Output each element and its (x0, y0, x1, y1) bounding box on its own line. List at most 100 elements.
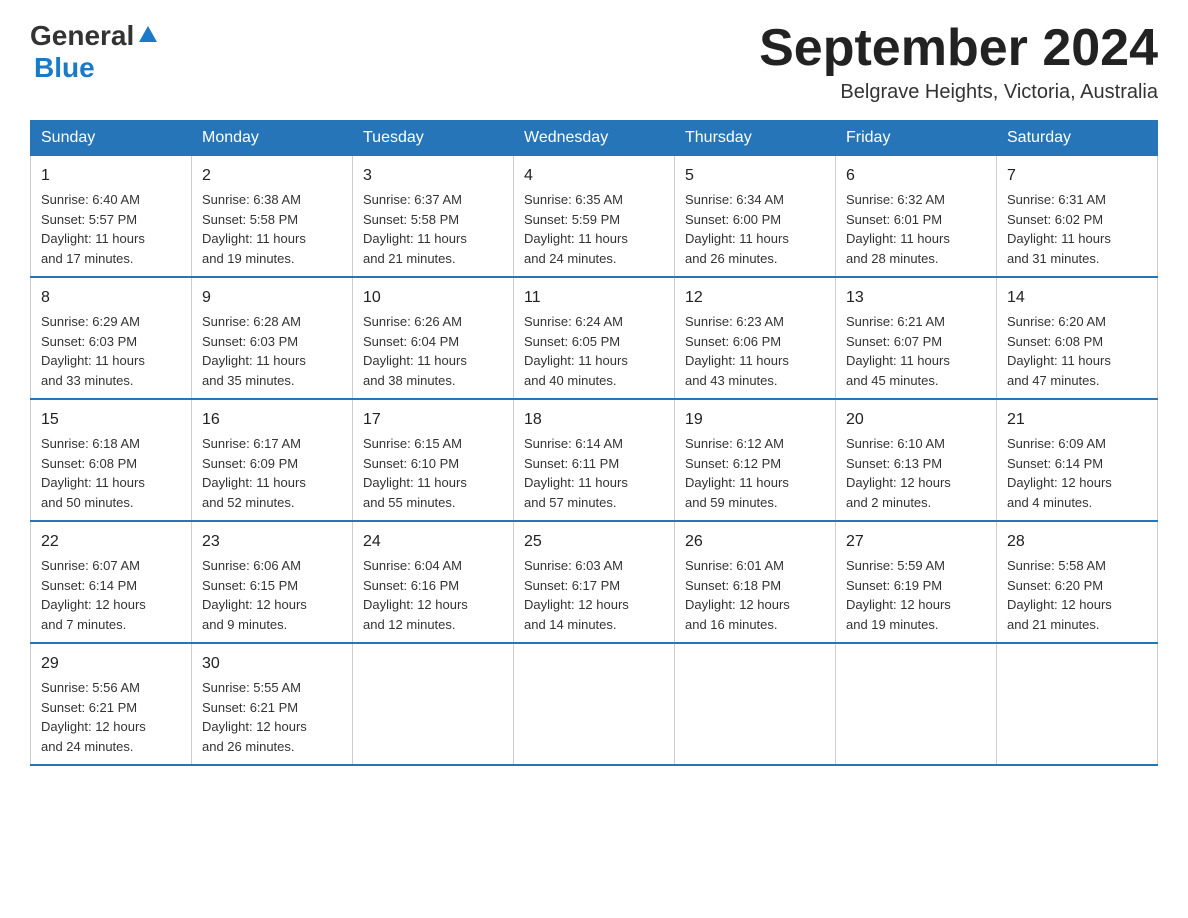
day-number: 19 (685, 408, 825, 432)
daylight-text: Daylight: 12 hours and 2 minutes. (846, 473, 986, 512)
day-number: 23 (202, 530, 342, 554)
calendar-cell: 7Sunrise: 6:31 AMSunset: 6:02 PMDaylight… (997, 156, 1158, 278)
daylight-text: Daylight: 11 hours and 31 minutes. (1007, 229, 1147, 268)
daylight-text: Daylight: 11 hours and 17 minutes. (41, 229, 181, 268)
sunrise-text: Sunrise: 6:17 AM (202, 434, 342, 454)
sunset-text: Sunset: 6:00 PM (685, 210, 825, 230)
day-number: 1 (41, 164, 181, 188)
sunset-text: Sunset: 6:06 PM (685, 332, 825, 352)
calendar-cell: 18Sunrise: 6:14 AMSunset: 6:11 PMDayligh… (514, 399, 675, 521)
daylight-text: Daylight: 11 hours and 21 minutes. (363, 229, 503, 268)
daylight-text: Daylight: 11 hours and 19 minutes. (202, 229, 342, 268)
calendar-cell: 23Sunrise: 6:06 AMSunset: 6:15 PMDayligh… (192, 521, 353, 643)
calendar-cell: 11Sunrise: 6:24 AMSunset: 6:05 PMDayligh… (514, 277, 675, 399)
daylight-text: Daylight: 11 hours and 40 minutes. (524, 351, 664, 390)
sunrise-text: Sunrise: 6:31 AM (1007, 190, 1147, 210)
day-number: 14 (1007, 286, 1147, 310)
daylight-text: Daylight: 11 hours and 38 minutes. (363, 351, 503, 390)
sunrise-text: Sunrise: 6:28 AM (202, 312, 342, 332)
daylight-text: Daylight: 11 hours and 24 minutes. (524, 229, 664, 268)
calendar-cell: 9Sunrise: 6:28 AMSunset: 6:03 PMDaylight… (192, 277, 353, 399)
sunrise-text: Sunrise: 6:04 AM (363, 556, 503, 576)
sunrise-text: Sunrise: 6:10 AM (846, 434, 986, 454)
weekday-header-row: SundayMondayTuesdayWednesdayThursdayFrid… (31, 121, 1158, 156)
calendar-cell: 29Sunrise: 5:56 AMSunset: 6:21 PMDayligh… (31, 643, 192, 765)
day-number: 29 (41, 652, 181, 676)
calendar-cell: 4Sunrise: 6:35 AMSunset: 5:59 PMDaylight… (514, 156, 675, 278)
daylight-text: Daylight: 12 hours and 19 minutes. (846, 595, 986, 634)
week-row-2: 8Sunrise: 6:29 AMSunset: 6:03 PMDaylight… (31, 277, 1158, 399)
sunset-text: Sunset: 6:03 PM (202, 332, 342, 352)
calendar-subtitle: Belgrave Heights, Victoria, Australia (759, 81, 1158, 104)
calendar-table: SundayMondayTuesdayWednesdayThursdayFrid… (30, 120, 1158, 766)
calendar-cell (997, 643, 1158, 765)
logo-blue-text: Blue (34, 52, 95, 84)
daylight-text: Daylight: 12 hours and 9 minutes. (202, 595, 342, 634)
day-number: 27 (846, 530, 986, 554)
sunset-text: Sunset: 5:58 PM (202, 210, 342, 230)
sunset-text: Sunset: 6:10 PM (363, 454, 503, 474)
calendar-cell: 6Sunrise: 6:32 AMSunset: 6:01 PMDaylight… (836, 156, 997, 278)
day-number: 15 (41, 408, 181, 432)
day-number: 30 (202, 652, 342, 676)
sunrise-text: Sunrise: 5:55 AM (202, 678, 342, 698)
sunset-text: Sunset: 6:14 PM (41, 576, 181, 596)
calendar-cell: 17Sunrise: 6:15 AMSunset: 6:10 PMDayligh… (353, 399, 514, 521)
day-number: 12 (685, 286, 825, 310)
day-number: 4 (524, 164, 664, 188)
daylight-text: Daylight: 11 hours and 45 minutes. (846, 351, 986, 390)
day-number: 6 (846, 164, 986, 188)
sunset-text: Sunset: 6:21 PM (202, 698, 342, 718)
weekday-header-sunday: Sunday (31, 121, 192, 156)
week-row-5: 29Sunrise: 5:56 AM Sunset: 6:21 PM Dayligh… (31, 643, 1158, 765)
daylight-text: Daylight: 12 hours and 4 minutes. (1007, 473, 1147, 512)
day-number: 10 (363, 286, 503, 310)
day-number: 21 (1007, 408, 1147, 432)
sunrise-text: Sunrise: 6:20 AM (1007, 312, 1147, 332)
weekday-header-tuesday: Tuesday (353, 121, 514, 156)
daylight-text: Daylight: 12 hours and 7 minutes. (41, 595, 181, 634)
calendar-cell (836, 643, 997, 765)
day-number: 11 (524, 286, 664, 310)
day-number: 24 (363, 530, 503, 554)
sunset-text: Sunset: 6:07 PM (846, 332, 986, 352)
sunset-text: Sunset: 6:17 PM (524, 576, 664, 596)
day-number: 25 (524, 530, 664, 554)
day-number: 9 (202, 286, 342, 310)
sunrise-text: Sunrise: 5:56 AM (41, 678, 181, 698)
sunrise-text: Sunrise: 6:37 AM (363, 190, 503, 210)
sunrise-text: Sunrise: 6:15 AM (363, 434, 503, 454)
calendar-cell: 22Sunrise: 6:07 AMSunset: 6:14 PMDayligh… (31, 521, 192, 643)
calendar-cell: 15Sunrise: 6:18 AMSunset: 6:08 PMDayligh… (31, 399, 192, 521)
logo-general-text: General (30, 20, 134, 52)
day-number: 2 (202, 164, 342, 188)
sunset-text: Sunset: 6:14 PM (1007, 454, 1147, 474)
title-area: September 2024 Belgrave Heights, Victori… (759, 20, 1158, 104)
daylight-text: Daylight: 12 hours and 21 minutes. (1007, 595, 1147, 634)
day-number: 22 (41, 530, 181, 554)
logo: General Blue (30, 20, 159, 84)
sunrise-text: Sunrise: 6:35 AM (524, 190, 664, 210)
daylight-text: Daylight: 11 hours and 52 minutes. (202, 473, 342, 512)
sunrise-text: Sunrise: 6:09 AM (1007, 434, 1147, 454)
sunset-text: Sunset: 6:16 PM (363, 576, 503, 596)
sunset-text: Sunset: 6:01 PM (846, 210, 986, 230)
sunrise-text: Sunrise: 6:24 AM (524, 312, 664, 332)
calendar-cell: 13Sunrise: 6:21 AMSunset: 6:07 PMDayligh… (836, 277, 997, 399)
daylight-text: Daylight: 11 hours and 33 minutes. (41, 351, 181, 390)
daylight-text: Daylight: 11 hours and 59 minutes. (685, 473, 825, 512)
calendar-cell: 16Sunrise: 6:17 AMSunset: 6:09 PMDayligh… (192, 399, 353, 521)
weekday-header-wednesday: Wednesday (514, 121, 675, 156)
calendar-cell: 24Sunrise: 6:04 AMSunset: 6:16 PMDayligh… (353, 521, 514, 643)
daylight-text: Daylight: 12 hours and 24 minutes. (41, 717, 181, 756)
calendar-cell (675, 643, 836, 765)
sunset-text: Sunset: 6:08 PM (41, 454, 181, 474)
daylight-text: Daylight: 12 hours and 12 minutes. (363, 595, 503, 634)
sunset-text: Sunset: 6:13 PM (846, 454, 986, 474)
week-row-1: 1Sunrise: 6:40 AMSunset: 5:57 PMDaylight… (31, 156, 1158, 278)
sunset-text: Sunset: 5:59 PM (524, 210, 664, 230)
calendar-cell: 2Sunrise: 6:38 AMSunset: 5:58 PMDaylight… (192, 156, 353, 278)
sunset-text: Sunset: 6:20 PM (1007, 576, 1147, 596)
day-number: 20 (846, 408, 986, 432)
weekday-header-monday: Monday (192, 121, 353, 156)
